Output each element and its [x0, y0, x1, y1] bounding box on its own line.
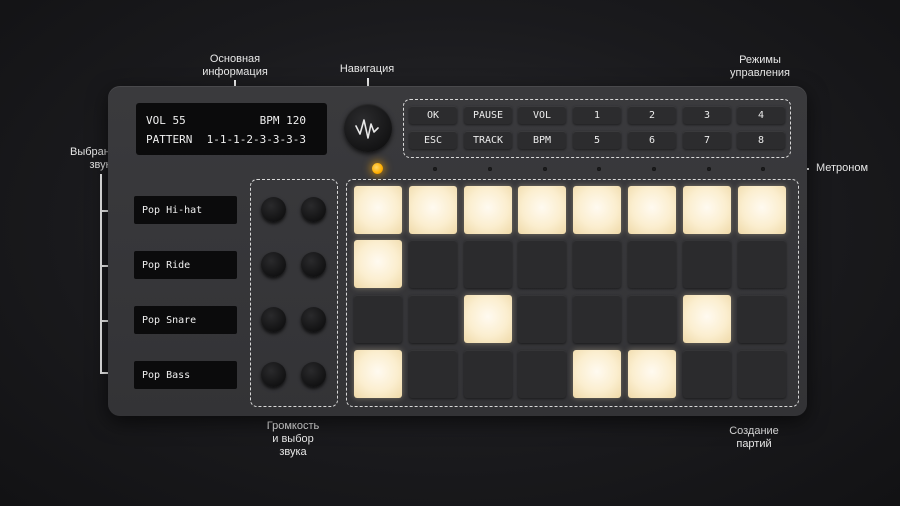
- volume-sound-line1: Громкость: [266, 420, 320, 432]
- sound-label-ride[interactable]: Pop Ride: [134, 251, 237, 279]
- selected-sound-vertical: [100, 174, 102, 373]
- pad-r3-c5[interactable]: [573, 295, 621, 343]
- pad-r2-c1[interactable]: [354, 240, 402, 288]
- main-info-line2: информация: [202, 66, 268, 78]
- control-button-pause[interactable]: PAUSE: [464, 106, 512, 124]
- sound-label-bass[interactable]: Pop Bass: [134, 361, 237, 389]
- control-modes-line2: управления: [730, 67, 790, 79]
- pad-r4-c5[interactable]: [573, 350, 621, 398]
- pad-r1-c5[interactable]: [573, 186, 621, 234]
- metronome-led: [372, 163, 383, 174]
- volume-knob-1[interactable]: [261, 197, 286, 222]
- pad-r3-c4[interactable]: [518, 295, 566, 343]
- waveform-logo-icon: [355, 119, 379, 139]
- control-button-2[interactable]: 2: [628, 106, 676, 124]
- pad-r4-c4[interactable]: [518, 350, 566, 398]
- pad-r3-c3[interactable]: [464, 295, 512, 343]
- step-led: [761, 167, 765, 171]
- pad-r2-c6[interactable]: [628, 240, 676, 288]
- pad-r3-c8[interactable]: [738, 295, 786, 343]
- pad-r3-c7[interactable]: [683, 295, 731, 343]
- control-button-5[interactable]: 5: [573, 131, 621, 149]
- pad-r2-c3[interactable]: [464, 240, 512, 288]
- pad-r4-c7[interactable]: [683, 350, 731, 398]
- sound-select-knob-4[interactable]: [301, 362, 326, 387]
- create-parts-line2: партий: [736, 438, 772, 450]
- control-modes-annotation: Режимы управления: [715, 54, 805, 80]
- control-button-6[interactable]: 6: [628, 131, 676, 149]
- control-button-track[interactable]: TRACK: [464, 131, 512, 149]
- pad-r4-c8[interactable]: [738, 350, 786, 398]
- display-pattern-label: PATTERN: [146, 133, 193, 146]
- pad-r3-c6[interactable]: [628, 295, 676, 343]
- navigation-annotation: Навигация: [339, 63, 395, 75]
- pad-r1-c7[interactable]: [683, 186, 731, 234]
- control-button-ok[interactable]: OK: [409, 106, 457, 124]
- step-led: [433, 167, 437, 171]
- pad-r1-c1[interactable]: [354, 186, 402, 234]
- pad-r2-c7[interactable]: [683, 240, 731, 288]
- pad-r4-c6[interactable]: [628, 350, 676, 398]
- control-button-7[interactable]: 7: [683, 131, 731, 149]
- step-led: [488, 167, 492, 171]
- control-modes-line1: Режимы: [739, 54, 781, 66]
- display-vol: VOL 55: [146, 114, 186, 127]
- pad-r1-c8[interactable]: [738, 186, 786, 234]
- pad-r1-c6[interactable]: [628, 186, 676, 234]
- pad-r4-c3[interactable]: [464, 350, 512, 398]
- control-button-1[interactable]: 1: [573, 106, 621, 124]
- volume-sound-annotation: Громкость и выбор звука: [255, 420, 331, 459]
- pad-r4-c1[interactable]: [354, 350, 402, 398]
- pad-r2-c8[interactable]: [738, 240, 786, 288]
- pad-r1-c2[interactable]: [409, 186, 457, 234]
- control-button-vol[interactable]: VOL: [518, 106, 566, 124]
- step-led: [597, 167, 601, 171]
- create-parts-annotation: Создание партий: [716, 425, 792, 451]
- sound-label-hi-hat[interactable]: Pop Hi-hat: [134, 196, 237, 224]
- step-led: [652, 167, 656, 171]
- volume-sound-line2: и выбор: [272, 433, 314, 445]
- create-parts-line1: Создание: [729, 425, 779, 437]
- pad-r2-c4[interactable]: [518, 240, 566, 288]
- pad-r2-c5[interactable]: [573, 240, 621, 288]
- info-display: VOL 55 BPM 120 PATTERN 1-1-1-2-3-3-3-3: [136, 103, 327, 155]
- pad-r1-c4[interactable]: [518, 186, 566, 234]
- control-button-esc[interactable]: ESC: [409, 131, 457, 149]
- volume-knob-4[interactable]: [261, 362, 286, 387]
- control-button-3[interactable]: 3: [683, 106, 731, 124]
- navigation-knob[interactable]: [344, 104, 392, 152]
- volume-knob-3[interactable]: [261, 307, 286, 332]
- pad-r3-c1[interactable]: [354, 295, 402, 343]
- sound-label-snare[interactable]: Pop Snare: [134, 306, 237, 334]
- volume-sound-line3: звука: [279, 446, 307, 458]
- control-button-bpm[interactable]: BPM: [518, 131, 566, 149]
- pad-r3-c2[interactable]: [409, 295, 457, 343]
- display-pattern-value: 1-1-1-2-3-3-3-3: [206, 133, 306, 146]
- sound-select-knob-3[interactable]: [301, 307, 326, 332]
- pad-r2-c2[interactable]: [409, 240, 457, 288]
- control-button-4[interactable]: 4: [737, 106, 785, 124]
- display-bpm: BPM 120: [259, 114, 306, 127]
- step-led: [543, 167, 547, 171]
- main-info-line1: Основная: [209, 53, 261, 65]
- volume-knob-2[interactable]: [261, 252, 286, 277]
- sound-select-knob-1[interactable]: [301, 197, 326, 222]
- pad-r4-c2[interactable]: [409, 350, 457, 398]
- sound-select-knob-2[interactable]: [301, 252, 326, 277]
- metronome-annotation: Метроном: [815, 162, 869, 174]
- pad-r1-c3[interactable]: [464, 186, 512, 234]
- control-button-8[interactable]: 8: [737, 131, 785, 149]
- step-led: [707, 167, 711, 171]
- main-info-annotation: Основная информация: [190, 53, 280, 79]
